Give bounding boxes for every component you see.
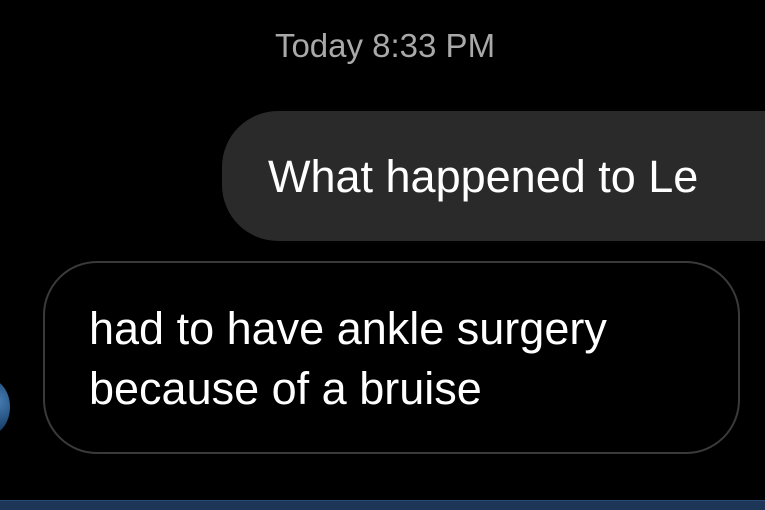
conversation-view[interactable]: Today 8:33 PM What happened to Le had to… <box>0 0 765 500</box>
avatar-icon[interactable] <box>0 378 10 436</box>
message-timestamp: Today 8:33 PM <box>274 27 496 64</box>
outgoing-message-bubble[interactable]: What happened to Le <box>222 111 765 241</box>
incoming-message-bubble[interactable]: had to have ankle surgery because of a b… <box>43 261 740 454</box>
incoming-message-line: had to have ankle surgery <box>89 303 607 354</box>
incoming-message-line: because of a bruise <box>89 363 482 414</box>
bottom-bar <box>0 500 765 510</box>
